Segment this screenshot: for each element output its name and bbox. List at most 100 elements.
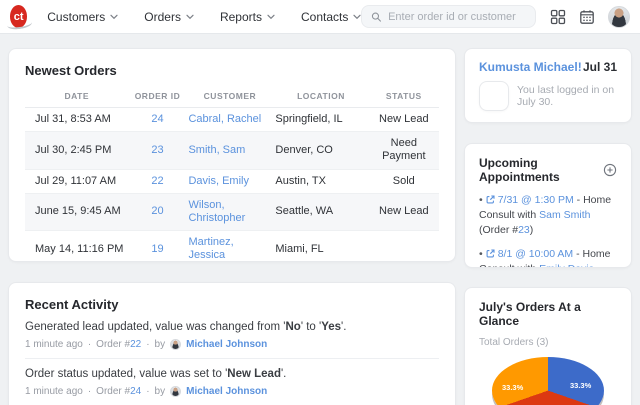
search-input[interactable] — [388, 10, 526, 23]
order-status — [368, 230, 439, 261]
order-customer: Martinez, Jessica — [186, 230, 274, 261]
appointment-link[interactable]: Sam Smith — [539, 209, 590, 221]
order-id-link[interactable]: 24 — [151, 113, 163, 125]
calendar-button[interactable] — [579, 9, 595, 25]
bullet: • — [479, 194, 483, 206]
column-header[interactable]: CUSTOMER — [186, 86, 274, 108]
appointment-link[interactable]: 23 — [518, 224, 530, 236]
activity-text: Generated lead updated, value was change… — [25, 321, 347, 333]
appointment-item[interactable]: • 7/31 @ 1:30 PM - Home Consult with Sam … — [479, 193, 617, 238]
calendar-icon — [580, 9, 594, 24]
order-date: Jul 30, 2:45 PM — [25, 131, 129, 170]
appointment-link[interactable]: Emily Davis — [539, 263, 594, 267]
table-row: Jul 30, 2:45 PM 23 Smith, Sam Denver, CO… — [25, 131, 439, 170]
activity-meta: 1 minute ago · Order #24 · by Michael Jo… — [25, 386, 268, 397]
customer-link[interactable]: Wilson, Christopher — [188, 199, 245, 224]
newest-orders-card: Newest Orders DATE ORDER ID CUSTOMER LOCATI… — [8, 48, 456, 262]
order-status: New Lead — [368, 193, 439, 232]
activity-order-link[interactable]: 24 — [130, 386, 141, 397]
appointment-link[interactable]: 8/1 @ 10:00 AM — [498, 248, 573, 260]
nav-item-reports[interactable]: Reports — [220, 10, 275, 24]
by-label: by — [154, 386, 166, 397]
customer-link[interactable]: Martinez, Jessica — [188, 236, 233, 261]
order-date: Jul 31, 8:53 AM — [25, 107, 129, 133]
order-id-link[interactable]: 22 — [151, 175, 163, 187]
activity-time: 1 minute ago — [25, 339, 83, 350]
activity-meta: 1 minute ago · Order #22 · by Michael Jo… — [25, 339, 268, 350]
app-root: ct Customers Orders Reports Contacts Ent… — [0, 0, 640, 405]
customer-link[interactable]: Cabral, Rachel — [188, 113, 261, 125]
separator: · — [87, 339, 92, 350]
activity-item: Order status updated, value was set to '… — [25, 358, 439, 405]
external-link-icon — [486, 195, 495, 204]
nav-item-orders[interactable]: Orders — [144, 10, 194, 24]
app-logo[interactable]: ct — [10, 5, 28, 28]
order-id: 19 — [128, 230, 187, 261]
chevron-down-icon — [267, 14, 275, 19]
newest-orders-title: Newest Orders — [25, 63, 117, 78]
order-status: Need Payment — [368, 131, 439, 170]
pie-slice-label-blue: 33.3% — [570, 381, 592, 390]
pie-chart: 33.3% 33.3% — [479, 357, 617, 405]
order-location: Austin, TX — [273, 169, 369, 194]
bullet: • — [479, 248, 483, 260]
appointments-list: • 7/31 @ 1:30 PM - Home Consult with Sam … — [479, 193, 617, 267]
upcoming-appointments-card: Upcoming Appointments • 7/31 @ 1:30 PM - … — [464, 143, 632, 268]
customer-link[interactable]: Davis, Emily — [188, 175, 249, 187]
column-header[interactable]: STATUS — [368, 86, 439, 108]
table-row: June 15, 9:45 AM 20 Wilson, Christopher … — [25, 193, 439, 232]
separator: · — [146, 339, 150, 350]
order-id-link[interactable]: 20 — [151, 205, 163, 217]
grid-icon — [550, 9, 566, 24]
main-content: Newest Orders DATE ORDER ID CUSTOMER LOCATI… — [0, 34, 640, 405]
order-id: 20 — [128, 193, 187, 232]
chevron-down-icon — [353, 14, 361, 19]
column-header[interactable]: ORDER ID — [128, 86, 187, 108]
column-header[interactable]: LOCATION — [273, 86, 369, 108]
activity-order-link[interactable]: 22 — [130, 339, 141, 350]
order-customer: Cabral, Rachel — [186, 107, 274, 133]
table-row: Jul 31, 8:53 AM 24 Cabral, Rachel Spring… — [25, 107, 439, 133]
order-location: Miami, FL — [273, 230, 369, 261]
chevron-down-icon — [186, 14, 194, 19]
order-id: 22 — [128, 169, 187, 194]
order-id-link[interactable]: 23 — [151, 144, 163, 156]
search-box[interactable] — [361, 5, 536, 28]
appointment-item[interactable]: •8/1 @ 10:00 AM - Home Consult with Emil… — [479, 247, 617, 267]
apps-grid-button[interactable] — [550, 9, 566, 25]
table-row: May 14, 11:16 PM 19 Martinez, Jessica Mi… — [25, 230, 439, 261]
activity-list: Generated lead updated, value was change… — [25, 312, 439, 405]
appointment-link[interactable]: 7/31 @ 1:30 PM — [498, 194, 574, 206]
order-status: New Lead — [368, 107, 439, 133]
user-mini-avatar — [170, 386, 182, 397]
main-nav: Customers Orders Reports Contacts — [47, 10, 361, 24]
user-mini-avatar — [170, 339, 182, 350]
last-login-message: You last logged in on July 30. — [517, 84, 615, 108]
activity-user-link[interactable]: Michael Johnson — [186, 386, 267, 397]
order-date: May 14, 11:16 PM — [25, 230, 129, 261]
customer-link[interactable]: Smith, Sam — [188, 144, 245, 156]
left-column: Newest Orders DATE ORDER ID CUSTOMER LOCATI… — [8, 48, 456, 405]
glance-title: July's Orders At a Glance — [479, 300, 581, 328]
nav-icons — [550, 5, 630, 28]
recent-activity-card: Recent Activity Generated lead updated, … — [8, 282, 456, 405]
separator: · — [87, 386, 92, 397]
user-avatar[interactable] — [608, 5, 630, 28]
pie-slice-label-orange: 33.3% — [502, 383, 524, 392]
search-icon — [372, 12, 382, 22]
order-customer: Smith, Sam — [186, 131, 274, 170]
top-navbar: ct Customers Orders Reports Contacts — [0, 0, 640, 34]
greeting-card: Kumusta Michael! Jul 31 You last logged … — [464, 48, 632, 123]
activity-user-link[interactable]: Michael Johnson — [186, 339, 267, 350]
table-row: Jul 29, 11:07 AM 22 Davis, Emily Austin,… — [25, 169, 439, 194]
column-header[interactable]: DATE — [25, 86, 129, 108]
order-customer: Wilson, Christopher — [186, 193, 274, 232]
order-id-link[interactable]: 19 — [151, 243, 163, 255]
add-appointment-button[interactable] — [603, 163, 617, 177]
right-sidebar: Kumusta Michael! Jul 31 You last logged … — [464, 48, 632, 405]
order-customer: Davis, Emily — [186, 169, 274, 194]
nav-item-contacts[interactable]: Contacts — [301, 10, 361, 24]
separator: · — [146, 386, 150, 397]
order-date: June 15, 9:45 AM — [25, 193, 129, 232]
nav-item-customers[interactable]: Customers — [47, 10, 118, 24]
